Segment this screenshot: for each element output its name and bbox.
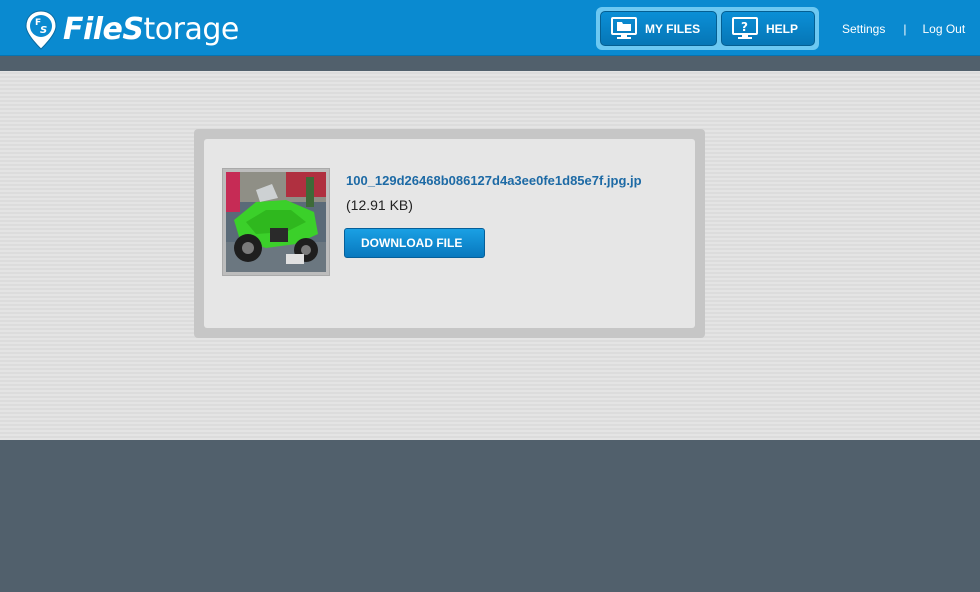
help-button[interactable]: ? HELP — [721, 11, 815, 46]
filestorage-logo[interactable]: F S FileStorage — [25, 9, 239, 51]
file-card: 100_129d26468b086127d4a3ee0fe1d85e7f.jpg… — [204, 139, 695, 328]
link-separator: | — [903, 22, 907, 36]
my-files-button[interactable]: MY FILES — [600, 11, 717, 46]
logo-wordmark: FileStorage — [63, 12, 239, 47]
svg-text:S: S — [40, 25, 47, 36]
monitor-folder-icon — [611, 16, 637, 41]
motorcycle-image — [226, 172, 326, 272]
monitor-question-icon: ? — [732, 16, 758, 41]
account-links: Settings | Log Out — [842, 22, 965, 36]
download-file-button[interactable]: DOWNLOAD FILE — [344, 228, 485, 258]
file-thumbnail[interactable] — [222, 168, 330, 276]
site-header: F S FileStorage MY FILES ? HELP Settings… — [0, 0, 980, 56]
my-files-label: MY FILES — [645, 21, 701, 36]
sub-bar — [0, 57, 980, 71]
file-card-frame: 100_129d26468b086127d4a3ee0fe1d85e7f.jpg… — [194, 129, 705, 338]
location-pin-icon: F S — [25, 10, 57, 50]
main-content: 100_129d26468b086127d4a3ee0fe1d85e7f.jpg… — [0, 71, 980, 440]
svg-text:?: ? — [741, 20, 748, 34]
file-name-link[interactable]: 100_129d26468b086127d4a3ee0fe1d85e7f.jpg… — [346, 173, 642, 188]
help-label: HELP — [766, 21, 799, 36]
settings-link[interactable]: Settings — [842, 22, 885, 36]
logout-link[interactable]: Log Out — [922, 22, 965, 36]
file-size: (12.91 KB) — [346, 197, 413, 213]
main-nav: MY FILES ? HELP — [596, 7, 819, 50]
